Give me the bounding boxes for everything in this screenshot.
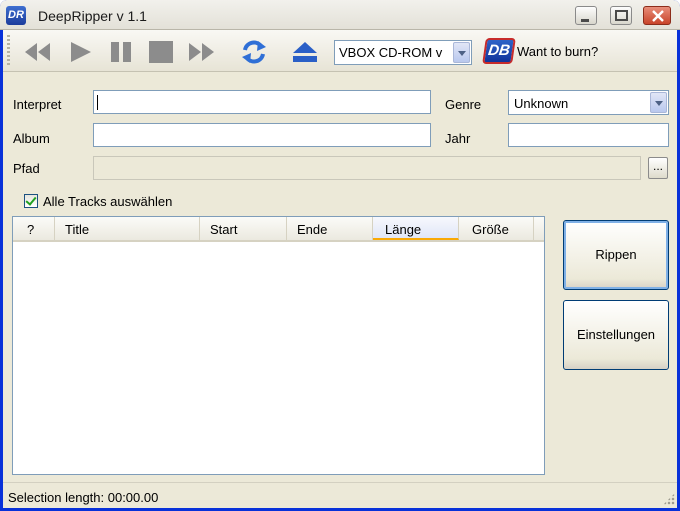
track-list-header: ? Title Start Ende Länge Größe (13, 217, 544, 242)
column-header-size[interactable]: Größe (459, 217, 534, 240)
cd-drive-select[interactable]: VBOX CD-ROM v (334, 40, 472, 65)
title-bar[interactable]: DR DeepRipper v 1.1 (0, 0, 680, 30)
album-field[interactable] (93, 123, 431, 147)
toolbar: VBOX CD-ROM v DB Want to burn? (3, 30, 677, 72)
minimize-button[interactable] (575, 6, 597, 25)
play-icon[interactable] (65, 38, 95, 66)
deepburner-logo-icon[interactable]: DB (482, 38, 516, 64)
resize-grip-icon[interactable] (663, 493, 675, 505)
column-header-start[interactable]: Start (200, 217, 287, 240)
year-field[interactable] (508, 123, 669, 147)
app-logo-icon: DR (6, 6, 26, 25)
settings-button[interactable]: Einstellungen (563, 300, 669, 370)
interpret-field[interactable] (93, 90, 431, 114)
interpret-label: Interpret (13, 97, 62, 112)
maximize-button[interactable] (610, 6, 632, 25)
eject-icon[interactable] (290, 38, 320, 66)
path-field (93, 156, 641, 180)
path-label: Pfad (13, 161, 40, 176)
chevron-down-icon[interactable] (650, 92, 667, 113)
column-header-length[interactable]: Länge (373, 217, 459, 240)
stop-icon[interactable] (146, 38, 176, 66)
year-label: Jahr (445, 131, 471, 146)
close-icon (652, 10, 664, 22)
genre-value: Unknown (514, 96, 569, 111)
cd-drive-value: VBOX CD-ROM v (339, 45, 443, 60)
maximize-icon (615, 10, 628, 21)
select-all-checkbox[interactable] (24, 194, 38, 208)
pause-icon[interactable] (106, 38, 136, 66)
browse-button[interactable]: ... (648, 157, 668, 179)
rip-button[interactable]: Rippen (563, 220, 669, 290)
window-title: DeepRipper v 1.1 (38, 8, 147, 24)
chevron-down-icon[interactable] (453, 42, 470, 63)
selection-length-status: Selection length: 00:00.00 (8, 490, 159, 505)
column-header-end[interactable]: Ende (287, 217, 373, 240)
album-label: Album (13, 131, 50, 146)
column-header-title[interactable]: Title (55, 217, 200, 240)
close-button[interactable] (643, 6, 671, 25)
genre-select[interactable]: Unknown (508, 90, 669, 115)
column-header-check[interactable]: ? (13, 217, 55, 240)
app-window: DR DeepRipper v 1.1 VBOX CD-ROM v DB Wan… (0, 0, 680, 511)
text-cursor (97, 95, 98, 110)
select-all-label[interactable]: Alle Tracks auswählen (43, 194, 172, 209)
fast-forward-icon[interactable] (187, 38, 217, 66)
genre-label: Genre (445, 97, 482, 112)
refresh-icon[interactable] (239, 38, 269, 66)
minimize-icon (581, 19, 589, 22)
rewind-icon[interactable] (22, 38, 52, 66)
main-client-area: VBOX CD-ROM v DB Want to burn? Interpret… (3, 30, 677, 508)
toolbar-grip[interactable] (7, 35, 10, 67)
want-to-burn-link[interactable]: Want to burn? (517, 44, 598, 59)
track-list[interactable]: ? Title Start Ende Länge Größe (12, 216, 545, 475)
status-bar: Selection length: 00:00.00 (3, 482, 677, 508)
